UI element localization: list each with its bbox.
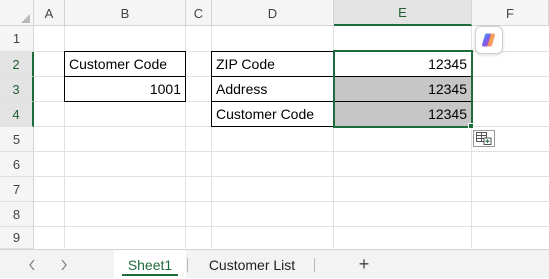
gridline: [34, 201, 549, 202]
column-header-d[interactable]: D: [212, 0, 334, 26]
cell-d3[interactable]: Address: [212, 77, 333, 101]
cell-d4[interactable]: Customer Code: [212, 102, 333, 126]
row-header-7[interactable]: 7: [0, 177, 34, 202]
tab-separator: [314, 258, 315, 272]
sheet-tab-bar: Sheet1 Customer List +: [0, 249, 549, 279]
copilot-button[interactable]: [475, 26, 503, 54]
sheet-tab-customer-list[interactable]: Customer List: [193, 250, 311, 279]
gridline: [34, 151, 549, 152]
copilot-icon: [482, 33, 495, 47]
row-header-6[interactable]: 6: [0, 152, 34, 177]
row-header-2[interactable]: 2: [0, 52, 34, 77]
column-header-f[interactable]: F: [472, 0, 549, 26]
gridline: [34, 176, 549, 177]
cell-b3[interactable]: 1001: [65, 77, 185, 101]
cell-b2[interactable]: Customer Code: [65, 52, 185, 76]
sheet-tab-label: Customer List: [208, 256, 296, 273]
row-header-1[interactable]: 1: [0, 26, 34, 52]
row-header-3[interactable]: 3: [0, 77, 34, 102]
row-header-4[interactable]: 4: [0, 102, 34, 127]
sheet-tab-sheet1[interactable]: Sheet1: [114, 250, 186, 279]
row-header-9[interactable]: 9: [0, 227, 34, 249]
row-header-5[interactable]: 5: [0, 127, 34, 152]
column-header-c[interactable]: C: [186, 0, 212, 26]
chevron-left-icon: [29, 259, 35, 270]
column-header-b[interactable]: B: [65, 0, 186, 26]
select-all-corner[interactable]: [0, 0, 34, 26]
fill-handle[interactable]: [468, 123, 474, 129]
sheet-tab-label: Sheet1: [127, 256, 173, 273]
column-header-a[interactable]: A: [34, 0, 65, 26]
active-tab-indicator: [122, 274, 178, 276]
selection-border: [333, 50, 473, 128]
sheet-nav-next-button[interactable]: [53, 250, 75, 279]
cell-d2[interactable]: ZIP Code: [212, 52, 333, 76]
column-header-e[interactable]: E: [334, 0, 472, 26]
chevron-right-icon: [61, 259, 67, 270]
row-header-8[interactable]: 8: [0, 202, 34, 227]
quick-analysis-button[interactable]: [473, 130, 495, 147]
quick-analysis-icon: [476, 132, 492, 145]
gridline: [34, 226, 549, 227]
add-sheet-button[interactable]: +: [353, 250, 375, 279]
tab-separator: [187, 258, 188, 272]
sheet-nav-prev-button[interactable]: [21, 250, 43, 279]
